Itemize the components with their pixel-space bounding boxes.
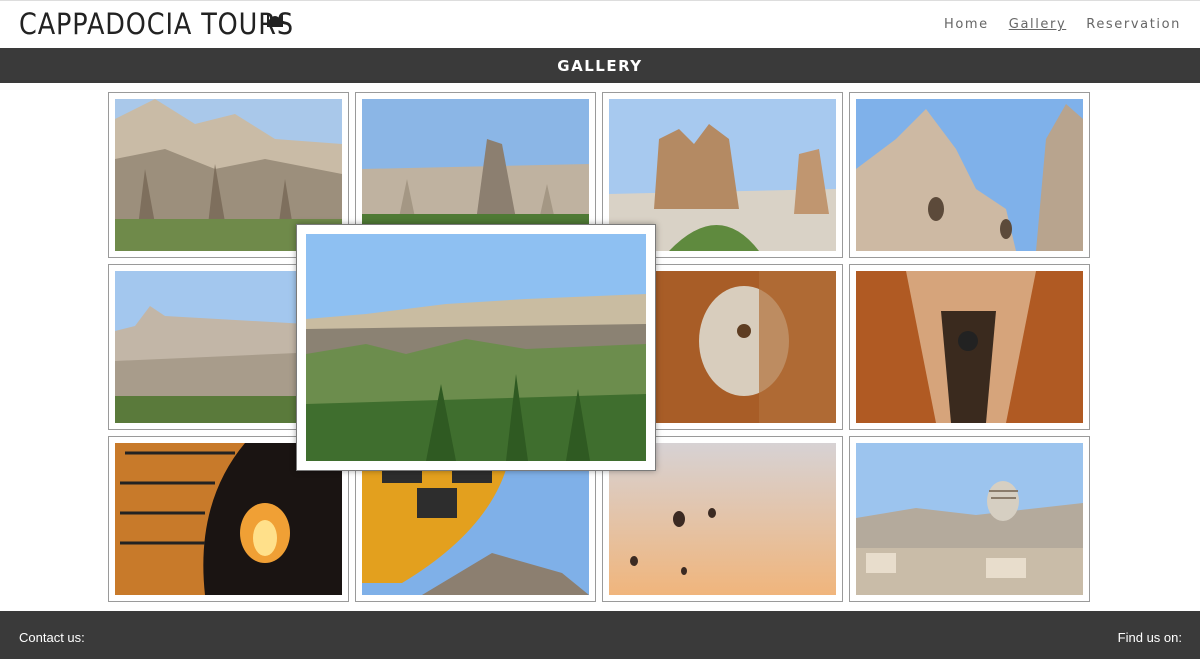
page-title-band: GALLERY xyxy=(0,48,1200,83)
gallery-thumb-12[interactable] xyxy=(849,436,1090,602)
brand-title[interactable]: CAPPADOCIA TOURS xyxy=(19,7,294,41)
nav-gallery[interactable]: Gallery xyxy=(1009,17,1067,32)
gallery-thumb-8[interactable] xyxy=(849,264,1090,430)
site-footer: Contact us: Find us on: xyxy=(0,611,1200,659)
photo-ihlara-valley xyxy=(306,234,646,461)
gallery-thumb-4[interactable] xyxy=(849,92,1090,258)
main-nav: Home Gallery Reservation xyxy=(944,17,1181,32)
photo-cave-dwellings xyxy=(856,99,1083,251)
photo-tunnel xyxy=(856,271,1083,423)
crescent-mosque-icon[interactable] xyxy=(257,3,291,37)
photo-balloon-over-town xyxy=(856,443,1083,595)
nav-reservation[interactable]: Reservation xyxy=(1086,17,1181,32)
page-title: GALLERY xyxy=(557,56,643,75)
social-label: Find us on: xyxy=(1117,630,1182,645)
nav-home[interactable]: Home xyxy=(944,17,989,32)
site-header: CAPPADOCIA TOURS Home Gallery Reservatio… xyxy=(0,0,1200,48)
featured-image[interactable] xyxy=(296,224,656,471)
contact-label: Contact us: xyxy=(19,630,85,645)
